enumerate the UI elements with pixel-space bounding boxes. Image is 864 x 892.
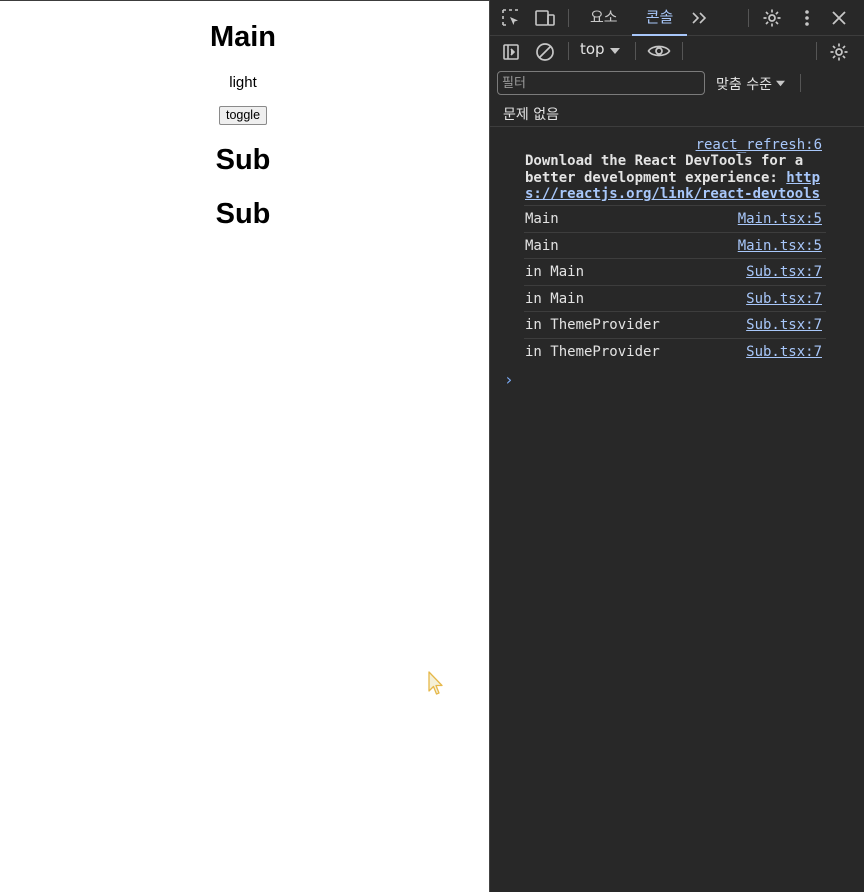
more-tabs-icon[interactable] — [688, 7, 710, 29]
settings-gear-icon[interactable] — [760, 6, 784, 30]
message-source-link[interactable]: react_refresh:6 — [696, 137, 822, 153]
sub-heading: Sub — [215, 144, 271, 176]
console-message: in ThemeProvider Sub.tsx:7 — [524, 339, 826, 366]
toggle-wrapper: toggle — [0, 106, 486, 125]
console-settings-gear-icon[interactable] — [827, 40, 851, 64]
main-heading: Main — [209, 21, 277, 53]
context-selector[interactable]: top — [580, 40, 605, 58]
eye-icon[interactable] — [646, 40, 672, 62]
console-message: in ThemeProvider Sub.tsx:7 — [524, 312, 826, 339]
message-text-prefix: Download the React DevTools for a better… — [525, 153, 804, 186]
chevron-down-icon[interactable] — [608, 44, 622, 58]
filter-input[interactable] — [497, 71, 705, 95]
message-text: in ThemeProvider — [525, 343, 660, 360]
sub-heading: Sub — [215, 198, 271, 230]
devtools-tabbar: 요소 콘솔 — [490, 0, 864, 36]
console-message: in Main Sub.tsx:7 — [524, 286, 826, 312]
console-message: react_refresh:6 Download the React DevTo… — [524, 134, 826, 206]
close-icon[interactable] — [828, 7, 850, 29]
message-text: Main — [525, 237, 559, 254]
inspect-element-icon[interactable] — [500, 7, 522, 29]
console-message: Main Main.tsx:5 — [524, 206, 826, 233]
message-text: in ThemeProvider — [525, 317, 660, 333]
message-text: Main — [525, 211, 559, 227]
device-toolbar-icon[interactable] — [533, 7, 557, 29]
divider — [682, 42, 683, 60]
message-source-link[interactable]: Main.tsx:5 — [738, 211, 822, 227]
message-text: Download the React DevTools for a better… — [525, 153, 825, 203]
message-source-link[interactable]: Sub.tsx:7 — [746, 344, 822, 360]
log-levels-dropdown[interactable]: 맞춤 수준 — [716, 74, 772, 94]
message-source-link[interactable]: Sub.tsx:7 — [746, 264, 822, 280]
console-message: Main Main.tsx:5 — [524, 233, 826, 259]
sidebar-toggle-icon[interactable] — [500, 41, 522, 63]
toggle-button[interactable]: toggle — [218, 106, 268, 125]
theme-value-text: light — [229, 74, 257, 91]
console-message: in Main Sub.tsx:7 — [524, 259, 826, 286]
kebab-menu-icon[interactable] — [796, 7, 818, 29]
rendered-page: Main light toggle Sub Sub — [0, 0, 489, 892]
message-text: in Main — [525, 264, 585, 280]
divider — [568, 42, 569, 60]
clear-console-icon[interactable] — [534, 41, 556, 63]
chevron-down-icon[interactable] — [774, 77, 786, 89]
issues-status[interactable]: 문제 없음 — [503, 104, 559, 124]
message-source-link[interactable]: Sub.tsx:7 — [746, 317, 822, 333]
message-source-link[interactable]: Main.tsx:5 — [738, 238, 822, 254]
divider — [568, 9, 569, 27]
console-toolbar — [490, 36, 864, 66]
tab-elements[interactable]: 요소 — [590, 0, 618, 36]
divider — [635, 42, 636, 60]
tab-console[interactable]: 콘솔 — [632, 0, 687, 36]
divider — [800, 74, 801, 92]
message-text: in Main — [525, 290, 585, 307]
mouse-cursor-icon — [428, 671, 444, 702]
devtools-panel: 요소 콘솔 top 필터 맞춤 수준 문제 없음 react_refresh:6… — [489, 0, 864, 892]
console-prompt[interactable]: › — [504, 370, 514, 389]
filter-row — [490, 68, 864, 99]
divider — [816, 42, 817, 60]
console-log: react_refresh:6 Download the React DevTo… — [490, 134, 864, 365]
message-source-link[interactable]: Sub.tsx:7 — [746, 291, 822, 307]
divider — [748, 9, 749, 27]
